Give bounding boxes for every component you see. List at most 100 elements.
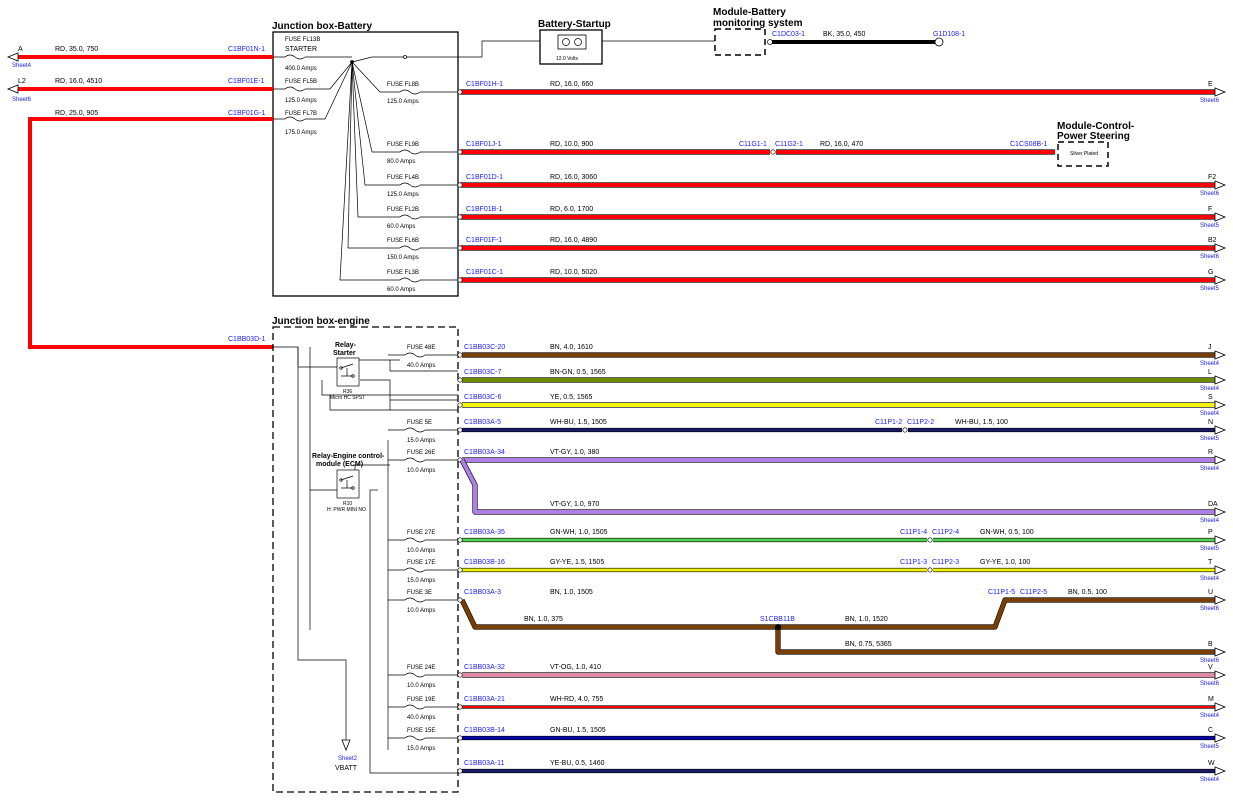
engine-row: DA Sheet4 VT-GY, 1.0, 970 xyxy=(459,458,1227,524)
eng-sheet[interactable]: Sheet4 xyxy=(1200,386,1220,392)
jbb-conn[interactable]: C1BF01J-1 xyxy=(466,141,502,148)
eng-sheet[interactable]: Sheet4 xyxy=(1200,411,1220,417)
eng-conn[interactable]: C1BB03A-32 xyxy=(464,664,505,671)
eng-conn[interactable]: C1BB03A-21 xyxy=(464,696,505,703)
jbb-spec: RD, 10.0, 5020 xyxy=(550,269,597,276)
eng-conn[interactable]: C1BB03B-16 xyxy=(464,559,505,566)
eng-wire[interactable] xyxy=(776,627,1215,654)
jbb-conn[interactable]: C1BF01H-1 xyxy=(466,81,503,88)
jbb-sheet[interactable]: Sheet5 xyxy=(1200,286,1220,292)
jbb-fuse-amps: 125.0 Amps xyxy=(387,99,419,105)
fuse-fl7b-amps: 175.0 Amps xyxy=(285,130,317,136)
jbb-fuse-name: FUSE FL6B xyxy=(387,238,419,244)
eng-conn-c1[interactable]: C11P1-3 xyxy=(900,559,927,566)
eng-conn-c2[interactable]: C11P2-5 xyxy=(1020,589,1047,596)
eng-fuse-name: FUSE 5E xyxy=(407,420,432,426)
eng-sheet[interactable]: Sheet5 xyxy=(1200,436,1220,442)
jbb-dest: G xyxy=(1208,269,1213,276)
eng-sheet[interactable]: Sheet4 xyxy=(1200,713,1220,719)
arrow-right-icon xyxy=(1214,180,1227,190)
fuse-fl7b: FUSE FL7B xyxy=(285,111,317,117)
eng-conn-c2[interactable]: C11P2-4 xyxy=(932,529,959,536)
eng-sheet[interactable]: Sheet6 xyxy=(1200,681,1220,687)
eng-fuse-name: FUSE 15E xyxy=(407,728,435,734)
eng-in-conn[interactable]: C1BB03D-1 xyxy=(228,336,265,343)
jbb-sheet[interactable]: Sheet5 xyxy=(1200,223,1220,229)
vbatt-connector[interactable]: Sheet2 VBATT xyxy=(335,730,358,772)
fuse-icon xyxy=(399,89,421,95)
eng-conn-c1[interactable]: C11P1-5 xyxy=(988,589,1015,596)
connector-pin-icon xyxy=(927,567,933,573)
jbb-sheet[interactable]: Sheet6 xyxy=(1200,98,1220,104)
battery-volts: 12.0 Volts xyxy=(556,56,578,62)
arrow-right-icon xyxy=(1214,350,1227,360)
eng-sheet[interactable]: Sheet4 xyxy=(1200,777,1220,783)
eng-dest: L xyxy=(1208,369,1212,376)
jbb-conn[interactable]: C1BF01D-1 xyxy=(466,174,503,181)
ground-conn[interactable]: G1D108-1 xyxy=(933,31,965,38)
eng-conn-c1[interactable]: C11P1-2 xyxy=(875,419,902,426)
bms-conn[interactable]: C1DC03-1 xyxy=(772,31,805,38)
eng-wire[interactable] xyxy=(460,598,1215,629)
jbb-sheet[interactable]: Sheet6 xyxy=(1200,254,1220,260)
left-wire-a[interactable]: A Sheet4 RD, 35.0, 750 C1BF01N-1 xyxy=(6,46,273,69)
eng-conn[interactable]: C1BB03A-11 xyxy=(464,760,504,767)
fuse-icon xyxy=(404,735,426,741)
eng-spec: WH-BU, 1.5, 1505 xyxy=(550,419,607,426)
eng-conn[interactable]: C1BB03C-7 xyxy=(464,369,501,376)
left-sheet-l2[interactable]: Sheet6 xyxy=(12,97,32,103)
left-wire-g[interactable]: RD, 25.0, 905 C1BF01G-1 C1BB03D-1 xyxy=(28,110,273,349)
ps-conn-2[interactable]: C11G2-1 xyxy=(775,141,803,148)
eng-conn[interactable]: C1BB03C-20 xyxy=(464,344,505,351)
eng-conn[interactable]: C1BB03A-3 xyxy=(464,589,501,596)
jbb-spec: RD, 16.0, 4890 xyxy=(550,237,597,244)
eng-conn[interactable]: C1BB03A-35 xyxy=(464,529,505,536)
connector-pin-icon xyxy=(457,149,463,155)
left-conn-l2[interactable]: C1BF01E-1 xyxy=(228,78,265,85)
left-spec-a: RD, 35.0, 750 xyxy=(55,46,98,53)
eng-conn-c1[interactable]: C11P1-4 xyxy=(900,529,927,536)
eng-fuse-name: FUSE 3E xyxy=(407,590,432,596)
connector-pin-icon xyxy=(457,537,463,543)
eng-sheet[interactable]: Sheet6 xyxy=(1200,606,1220,612)
jbb-fuse-amps: 60.0 Amps xyxy=(387,287,415,293)
eng-sheet[interactable]: Sheet4 xyxy=(1200,576,1220,582)
eng-conn-c2[interactable]: C11P2-2 xyxy=(907,419,934,426)
eng-conn[interactable]: C1BB03B-14 xyxy=(464,727,505,734)
fuse-icon xyxy=(404,597,426,603)
connector-pin-icon xyxy=(457,402,463,408)
left-conn-a[interactable]: C1BF01N-1 xyxy=(228,46,265,53)
left-conn-g[interactable]: C1BF01G-1 xyxy=(228,110,265,117)
engine-row: FUSE 15E 15.0 Amps C Sheet5 C1BB03B-14 GN-BU,… xyxy=(388,727,1227,752)
eng-conn[interactable]: C1BB03A-34 xyxy=(464,449,505,456)
fuse-icon xyxy=(404,457,426,463)
relay-ecm-type: H: PWR MINI NO xyxy=(327,507,366,513)
connector-pin-icon xyxy=(457,89,463,95)
jbb-conn[interactable]: C1BF01F-1 xyxy=(466,237,502,244)
jbb-sheet[interactable]: Sheet6 xyxy=(1200,191,1220,197)
fuse-icon xyxy=(399,182,421,188)
eng-sheet[interactable]: Sheet4 xyxy=(1200,361,1220,367)
jbb-fuse-name: FUSE FL2B xyxy=(387,207,419,213)
eng-conn-c2[interactable]: C11P2-3 xyxy=(932,559,959,566)
jbb-conn[interactable]: C1BF01B-1 xyxy=(466,206,503,213)
connector-pin-icon xyxy=(457,214,463,220)
eng-sheet[interactable]: Sheet5 xyxy=(1200,744,1220,750)
jbb-spec: RD, 10.0, 900 xyxy=(550,141,593,148)
eng-conn[interactable]: C1BB03C-6 xyxy=(464,394,501,401)
eng-spec2: WH-BU, 1.5, 100 xyxy=(955,419,1008,426)
eng-sheet[interactable]: Sheet4 xyxy=(1200,518,1220,524)
jbb-conn[interactable]: C1BF01C-1 xyxy=(466,269,503,276)
eng-sheet[interactable]: Sheet5 xyxy=(1200,546,1220,552)
left-sheet-a[interactable]: Sheet4 xyxy=(12,63,32,69)
splice-label[interactable]: S1CBB11B xyxy=(760,616,795,623)
eng-conn[interactable]: C1BB03A-5 xyxy=(464,419,501,426)
eng-sheet[interactable]: Sheet4 xyxy=(1200,466,1220,472)
left-wire-l2[interactable]: L2 Sheet6 RD, 16.0, 4510 C1BF01E-1 xyxy=(6,78,273,103)
ps-conn-1[interactable]: C11G1-1 xyxy=(739,141,767,148)
ps-conn[interactable]: C1CS08B-1 xyxy=(1010,141,1047,148)
eng-wire-outline xyxy=(775,627,1215,655)
bms-ground-wire[interactable]: C1DC03-1 BK, 35.0, 450 G1D108-1 xyxy=(767,31,966,47)
vbatt-sheet[interactable]: Sheet2 xyxy=(338,756,358,762)
engine-row: S Sheet4 C1BB03C-6 YE, 0.5, 1565 xyxy=(457,394,1227,417)
